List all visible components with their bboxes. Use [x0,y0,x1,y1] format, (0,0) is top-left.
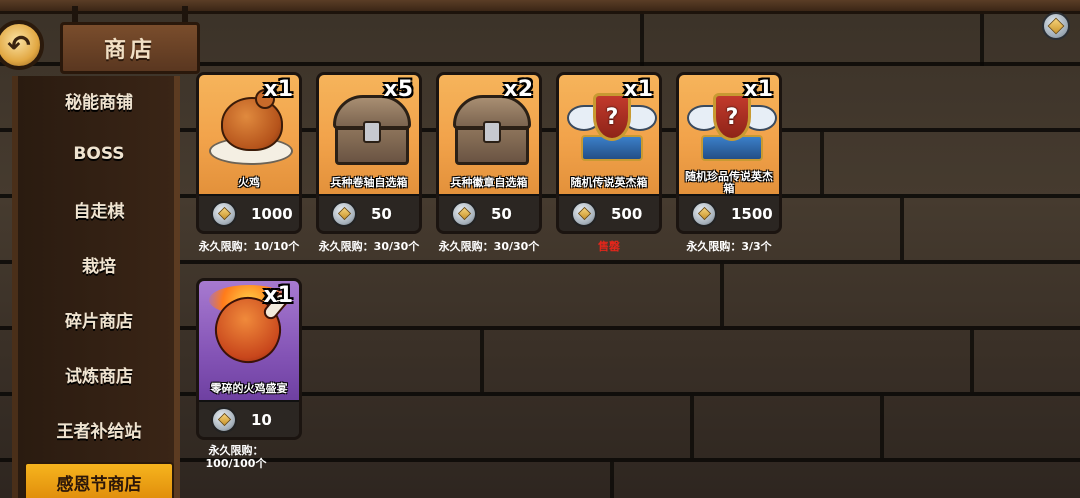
item-count: x1 [743,77,774,102]
shop-item-card[interactable]: x1 火鸡 1000 [196,72,302,234]
plank-seam [900,198,904,260]
sidebar-item-auto-chess[interactable]: 自走棋 [24,189,174,229]
item-name: 火鸡 [238,176,260,189]
price-button[interactable]: 50 [439,194,539,231]
treasure-chest-icon [333,91,411,169]
plank-seam [480,330,484,392]
top-rail [0,0,1080,14]
plank-seam [610,462,614,498]
sidebar-item-label: 感恩节商店 [56,474,142,495]
coin-icon [211,406,237,433]
sidebar-item-label: 秘能商铺 [65,92,133,113]
gold-cube-icon [1047,17,1065,35]
sidebar-item-label: 试炼商店 [65,366,133,387]
page-title: 商店 [60,22,200,74]
sidebar-item-label: 栽培 [82,256,116,277]
sidebar-item-mystic-shop[interactable]: 秘能商铺 [24,80,174,120]
shop-item-card[interactable]: x5 兵种卷轴自选箱 50 [316,72,422,234]
sidebar-item-trial-shop[interactable]: 试炼商店 [24,354,174,394]
plank-seam [880,396,884,458]
shop-item-card[interactable]: x2 兵种徽章自选箱 50 [436,72,542,234]
price-button[interactable]: 50 [319,194,419,231]
sidebar-item-fragment-shop[interactable]: 碎片商店 [24,299,174,339]
sold-out-label: 售罄 [598,240,620,253]
sidebar-item-label: 碎片商店 [65,311,133,332]
sidebar-item-thanksgiving-shop[interactable]: 感恩节商店 [24,462,174,498]
purchase-limit: 永久限购：30/30个 [438,240,540,253]
coin-icon [211,200,237,227]
item-count: x1 [623,77,654,102]
currency-coin-icon[interactable] [1042,12,1070,40]
sidebar-item-label: 自走棋 [73,201,125,222]
item-name: 随机珍品传说英杰箱 [685,170,773,195]
item-price: 50 [491,204,512,223]
back-arrow-icon: ↶ [7,28,31,62]
item-name: 零碎的火鸡盛宴 [210,382,288,395]
coin-icon [451,200,477,227]
coin-icon [571,200,597,227]
plank-seam [720,264,724,326]
price-button[interactable]: 1000 [199,194,299,231]
item-price: 1500 [731,204,773,223]
purchase-limit: 永久限购：30/30个 [318,240,420,253]
item-price: 1000 [251,204,293,223]
item-count: x5 [383,77,414,102]
price-button[interactable]: 500 [559,194,659,231]
item-name: 兵种徽章自选箱 [450,176,528,189]
item-price: 500 [611,204,643,223]
sidebar-item-king-supply[interactable]: 王者补给站 [24,409,174,449]
item-count: x1 [263,77,294,102]
coin-icon [331,200,357,227]
sidebar: 秘能商铺 BOSS 自走棋 栽培 碎片商店 试炼商店 王者补给站 感恩节商店 [12,76,180,498]
plank-seam [820,132,824,194]
plank-seam [640,14,644,66]
shop-item-card[interactable]: ? x1 随机传说英杰箱 500 [556,72,662,234]
item-name: 兵种卷轴自选箱 [330,176,408,189]
sidebar-item-boss[interactable]: BOSS [24,134,174,174]
purchase-limit: 永久限购：3/3个 [686,240,772,253]
purchase-limit: 永久限购：100/100个 [205,444,267,470]
item-count: x2 [503,77,534,102]
item-price: 10 [251,410,272,429]
plank-seam [970,330,974,392]
item-price: 50 [371,204,392,223]
price-button[interactable]: 10 [199,400,299,437]
price-button[interactable]: 1500 [679,194,779,231]
item-count: x1 [263,283,294,308]
coin-icon [691,200,717,227]
sidebar-item-label: 王者补给站 [56,421,142,442]
sidebar-item-label: BOSS [73,144,125,164]
plank-seam [690,396,694,458]
plank-seam [980,14,984,66]
sidebar-item-cultivate[interactable]: 栽培 [24,244,174,284]
treasure-chest-icon [453,91,531,169]
item-name: 随机传说英杰箱 [570,176,648,189]
shop-item-card[interactable]: x1 零碎的火鸡盛宴 10 [196,278,302,440]
shop-item-card[interactable]: ? x1 随机珍品传说英杰箱 1500 [676,72,782,234]
purchase-limit: 永久限购：10/10个 [198,240,300,253]
back-button[interactable]: ↶ [0,20,44,70]
